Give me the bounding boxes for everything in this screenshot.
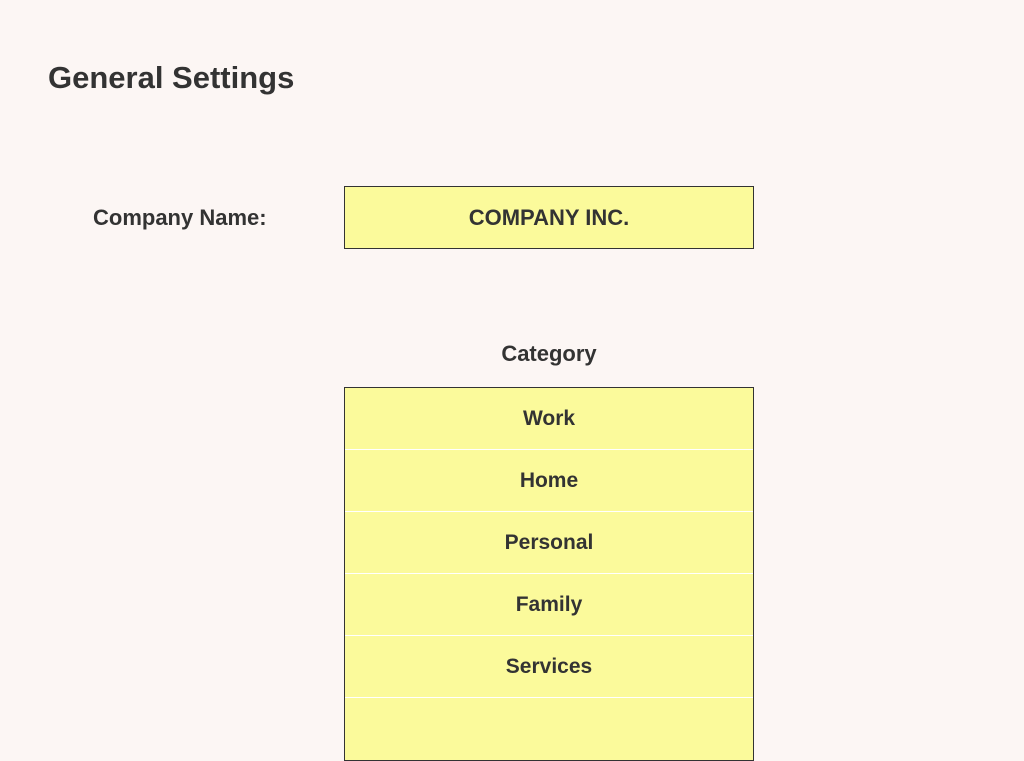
category-list: Work Home Personal Family Services bbox=[344, 387, 754, 761]
category-item[interactable]: Services bbox=[345, 636, 753, 698]
category-item[interactable]: Work bbox=[345, 388, 753, 450]
company-name-input[interactable] bbox=[344, 186, 754, 249]
category-item[interactable] bbox=[345, 698, 753, 760]
category-item[interactable]: Personal bbox=[345, 512, 753, 574]
settings-container: General Settings Company Name: Category … bbox=[0, 0, 1024, 761]
company-name-label: Company Name: bbox=[48, 205, 344, 231]
page-title: General Settings bbox=[48, 60, 976, 96]
category-item[interactable]: Family bbox=[345, 574, 753, 636]
category-header: Category bbox=[344, 341, 754, 367]
company-row: Company Name: bbox=[48, 186, 976, 249]
category-section: Category Work Home Personal Family Servi… bbox=[344, 341, 754, 761]
category-item[interactable]: Home bbox=[345, 450, 753, 512]
company-input-wrap bbox=[344, 186, 754, 249]
